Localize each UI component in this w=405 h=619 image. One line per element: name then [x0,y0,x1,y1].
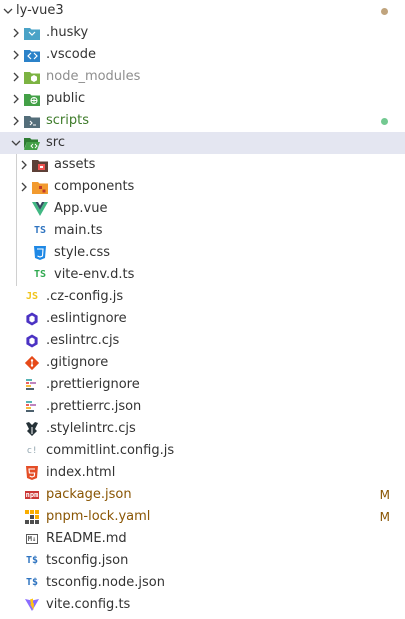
file-style-css[interactable]: style.css [0,242,405,264]
folder-label: .vscode [46,47,96,62]
chevron-down-icon[interactable] [8,132,24,154]
prettier-icon [24,399,40,415]
javascript-icon: JS [25,291,39,302]
tsconfig-icon: T$ [25,555,39,566]
file-eslintrc-cjs[interactable]: .eslintrc.cjs [0,330,405,352]
file-index-html[interactable]: index.html [0,462,405,484]
file-cz-config-js[interactable]: JS .cz-config.js [0,286,405,308]
husky-folder-icon [24,25,40,41]
file-label: index.html [46,465,116,480]
untracked-dot-indicator [381,118,388,125]
scripts-folder-icon [24,113,40,129]
file-prettierignore[interactable]: .prettierignore [0,374,405,396]
git-icon [24,355,40,371]
chevron-right-icon[interactable] [8,66,24,88]
file-readme-md[interactable]: M↓ README.md [0,528,405,550]
folder-src[interactable]: src [0,132,405,154]
folder-label: node_modules [46,69,141,84]
folder-label: src [46,135,65,150]
file-label: .cz-config.js [46,289,124,304]
file-vite-config-ts[interactable]: vite.config.ts [0,594,405,616]
file-prettierrc-json[interactable]: .prettierrc.json [0,396,405,418]
vue-icon [32,201,48,217]
stylelint-icon [24,421,40,437]
components-folder-icon [32,179,48,195]
folder-label: components [54,179,135,194]
vscode-folder-icon [24,47,40,63]
chevron-right-icon[interactable] [16,176,32,198]
file-label: tsconfig.node.json [46,575,165,590]
file-label: pnpm-lock.yaml [46,509,151,524]
npm-icon-text: npm [24,491,40,499]
file-tsconfig-json[interactable]: T$ tsconfig.json [0,550,405,572]
commitlint-icon: c! [26,446,38,456]
file-commitlint-config-js[interactable]: c! commitlint.config.js [0,440,405,462]
file-label: .eslintignore [46,311,127,326]
pnpm-icon [24,509,40,525]
folder-scripts[interactable]: scripts [0,110,405,132]
root-folder-label: ly-vue3 [16,3,64,18]
file-label: vite-env.d.ts [54,267,135,282]
chevron-right-icon[interactable] [16,154,32,176]
html-icon [24,465,40,481]
git-modified-badge: M [379,510,390,524]
folder-components[interactable]: components [0,176,405,198]
file-label: .prettierrc.json [46,399,142,414]
file-label: README.md [46,531,127,546]
folder-label: scripts [46,113,89,128]
folder-label: .husky [46,25,89,40]
file-app-vue[interactable]: App.vue [0,198,405,220]
file-pnpm-lock-yaml[interactable]: pnpm-lock.yaml M [0,506,405,528]
file-label: .gitignore [46,355,109,370]
file-label: vite.config.ts [46,597,131,612]
folder-public[interactable]: public [0,88,405,110]
typescript-icon: TS [33,225,47,236]
css-icon [32,245,48,261]
file-label: style.css [54,245,110,260]
npm-icon: npm [24,487,40,503]
modified-dot-indicator [381,8,388,15]
file-label: tsconfig.json [46,553,129,568]
folder-node-modules[interactable]: node_modules [0,66,405,88]
file-label: main.ts [54,223,103,238]
file-tsconfig-node-json[interactable]: T$ tsconfig.node.json [0,572,405,594]
file-main-ts[interactable]: TS main.ts [0,220,405,242]
file-package-json[interactable]: npm package.json M [0,484,405,506]
chevron-right-icon[interactable] [8,44,24,66]
file-vite-env-d-ts[interactable]: TS vite-env.d.ts [0,264,405,286]
prettier-icon [24,377,40,393]
file-label: App.vue [54,201,108,216]
typescript-def-icon: TS [33,269,47,280]
markdown-icon-text: M↓ [25,534,39,544]
vite-icon [24,597,40,613]
folder-label: assets [54,157,96,172]
git-modified-badge: M [379,488,390,502]
markdown-icon: M↓ [24,531,40,547]
tsconfig-icon: T$ [25,577,39,588]
tree-root-ly-vue3[interactable]: ly-vue3 [0,0,405,22]
file-label: package.json [46,487,132,502]
file-eslintignore[interactable]: .eslintignore [0,308,405,330]
eslint-icon [24,311,40,327]
eslint-icon [24,333,40,349]
file-explorer-tree: ly-vue3 .husky .vscode node_modules publ… [0,0,405,619]
file-label: .eslintrc.cjs [46,333,120,348]
file-stylelintrc-cjs[interactable]: .stylelintrc.cjs [0,418,405,440]
folder-label: public [46,91,86,106]
file-label: commitlint.config.js [46,443,175,458]
file-label: .prettierignore [46,377,140,392]
src-folder-open-icon [24,135,40,151]
assets-folder-icon [32,157,48,173]
public-folder-icon [24,91,40,107]
folder-vscode[interactable]: .vscode [0,44,405,66]
chevron-right-icon[interactable] [8,110,24,132]
chevron-right-icon[interactable] [8,88,24,110]
folder-husky[interactable]: .husky [0,22,405,44]
file-label: .stylelintrc.cjs [46,421,136,436]
chevron-right-icon[interactable] [8,22,24,44]
file-gitignore[interactable]: .gitignore [0,352,405,374]
chevron-down-icon[interactable] [0,0,16,22]
node-folder-icon [24,69,40,85]
folder-assets[interactable]: assets [0,154,405,176]
